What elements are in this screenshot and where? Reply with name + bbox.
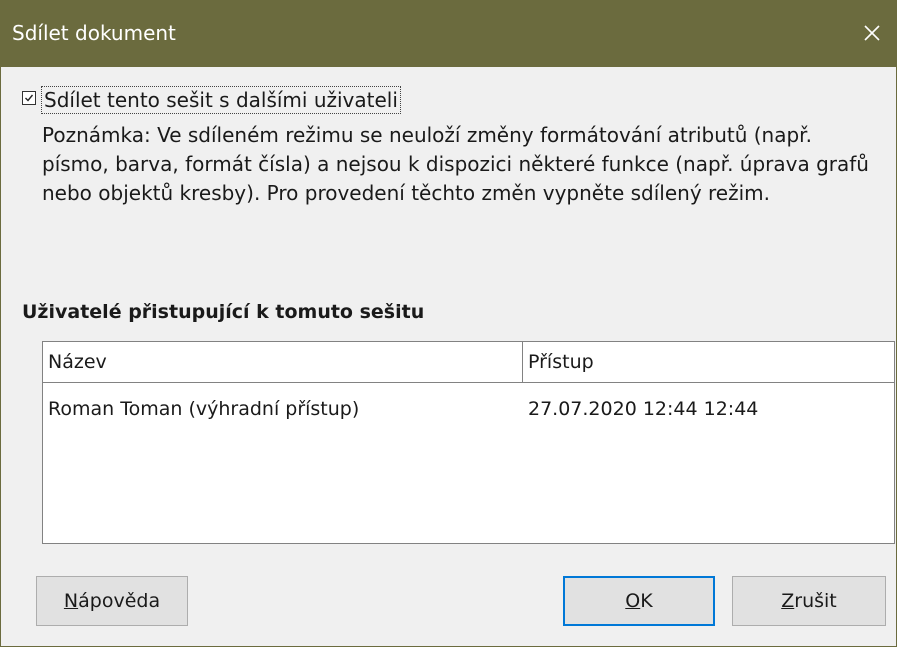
- user-access-cell: 27.07.2020 12:44 12:44: [528, 398, 759, 420]
- cancel-button[interactable]: Zrušit: [732, 576, 886, 626]
- share-checkbox-label[interactable]: Sdílet tento sešit s dalšími uživateli: [41, 86, 401, 114]
- ok-button-mnemonic: O: [625, 590, 641, 612]
- user-name-cell: Roman Toman (výhradní přístup): [48, 398, 360, 420]
- close-icon[interactable]: [854, 15, 890, 51]
- users-table[interactable]: Název Přístup Roman Toman (výhradní přís…: [42, 341, 895, 544]
- checkmark-icon: [25, 94, 34, 102]
- ok-button-label: K: [640, 590, 653, 612]
- cancel-button-mnemonic: Z: [781, 590, 795, 612]
- users-heading: Uživatelé přistupující k tomuto sešitu: [22, 301, 425, 323]
- title-bar: Sdílet dokument: [1, 1, 896, 67]
- help-button-mnemonic: N: [63, 590, 79, 612]
- dialog-title: Sdílet dokument: [12, 21, 176, 45]
- table-row[interactable]: Roman Toman (výhradní přístup) 27.07.202…: [43, 394, 894, 424]
- help-button-label: ápověda: [78, 590, 161, 612]
- help-button[interactable]: Nápověda: [36, 576, 188, 626]
- cancel-button-label: rušit: [794, 590, 837, 612]
- share-checkbox[interactable]: [22, 91, 36, 105]
- ok-button[interactable]: OK: [563, 576, 715, 626]
- table-header: Název Přístup: [43, 342, 894, 383]
- column-header-access[interactable]: Přístup: [523, 342, 894, 382]
- sharing-note: Poznámka: Ve sdíleném režimu se neuloží …: [42, 123, 869, 205]
- share-document-dialog: Sdílet dokument Sdílet tento sešit s dal…: [0, 0, 897, 647]
- column-header-name[interactable]: Název: [43, 342, 523, 382]
